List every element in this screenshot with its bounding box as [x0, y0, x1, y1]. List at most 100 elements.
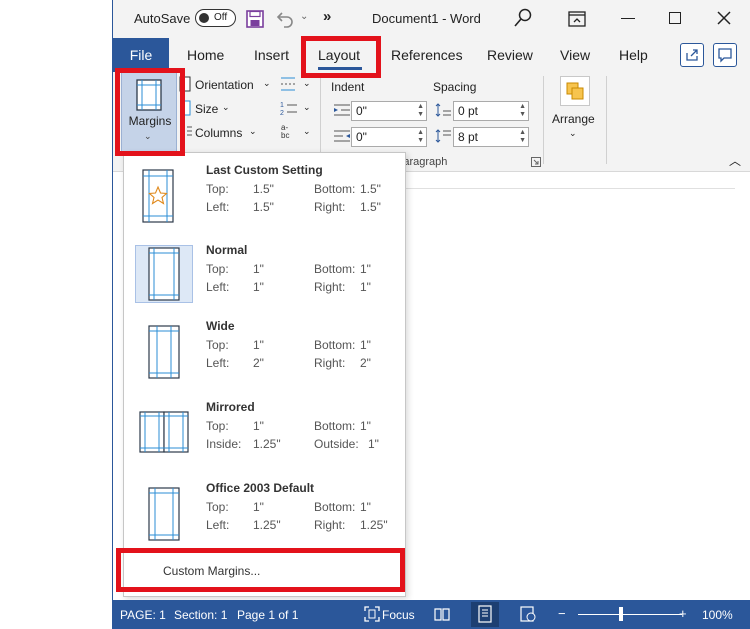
maximize-icon[interactable]	[669, 12, 681, 24]
spacing-after-input[interactable]: 8 pt ▲ ▼	[453, 127, 529, 147]
option-left-label: Left:	[206, 518, 230, 532]
share-icon	[686, 49, 698, 61]
zoom-in-button[interactable]: +	[679, 606, 687, 621]
svg-text:1: 1	[280, 102, 284, 109]
size-button[interactable]: Size	[195, 102, 218, 116]
option-right-label: Right:	[314, 280, 346, 294]
more-commands-button[interactable]: »	[323, 8, 331, 25]
option-top-value: 1.5"	[253, 182, 274, 196]
spacing-after-value: 8 pt	[458, 130, 479, 144]
option-top-label: Top:	[206, 500, 229, 514]
option-bottom-value: 1"	[360, 500, 371, 514]
zoom-slider-track[interactable]	[578, 614, 682, 615]
normal-margin-page-icon	[148, 247, 180, 301]
spacing-before-value: 0 pt	[458, 104, 479, 118]
ribbon-tabs: File Home Insert Layout References Revie…	[113, 38, 750, 72]
tab-file[interactable]: File	[113, 38, 169, 72]
chevron-down-icon: ⌄	[144, 131, 152, 141]
tab-layout[interactable]: Layout	[318, 47, 360, 63]
tab-references[interactable]: References	[391, 47, 463, 63]
margins-dropdown: Last Custom Setting Top: 1.5" Bottom: 1.…	[123, 152, 406, 597]
print-layout-icon	[478, 605, 492, 623]
margin-option-office-2003[interactable]: Office 2003 Default Top: 1" Bottom: 1" L…	[124, 473, 407, 551]
collapse-ribbon-chevron-icon[interactable]: ︿	[729, 152, 741, 169]
orientation-button[interactable]: Orientation	[195, 78, 254, 92]
spacing-before-input[interactable]: 0 pt ▲ ▼	[453, 101, 529, 121]
indent-right-input[interactable]: 0" ▲ ▼	[351, 127, 427, 147]
zoom-level[interactable]: 100%	[702, 608, 733, 622]
tab-review[interactable]: Review	[487, 47, 533, 63]
autosave-label: AutoSave	[134, 11, 191, 26]
page-count[interactable]: Page 1 of 1	[237, 608, 298, 622]
ribbon-display-options-icon[interactable]	[567, 9, 587, 29]
read-mode-icon[interactable]	[433, 605, 451, 623]
option-inside-value: 1.25"	[253, 437, 281, 451]
focus-icon[interactable]	[363, 605, 381, 623]
svg-text:2: 2	[280, 110, 284, 117]
undo-icon[interactable]	[276, 9, 296, 29]
title-bar: AutoSave Off ⌄ » Document1 - Word	[113, 0, 750, 38]
line-numbers-icon[interactable]: 1 2	[279, 99, 299, 117]
save-icon[interactable]	[246, 10, 264, 28]
margin-option-mirrored[interactable]: Mirrored Top: 1" Bottom: 1" Inside: 1.25…	[124, 392, 407, 470]
spinner-arrows-icon[interactable]: ▲ ▼	[519, 103, 526, 119]
comments-button[interactable]	[713, 43, 737, 67]
option-bottom-label: Bottom:	[314, 338, 356, 352]
option-outside-value: 1"	[368, 437, 379, 451]
tab-help[interactable]: Help	[619, 47, 648, 63]
spinner-arrows-icon[interactable]: ▲ ▼	[519, 129, 526, 145]
option-top-value: 1"	[253, 262, 264, 276]
option-inside-label: Inside:	[206, 437, 242, 451]
option-name: Normal	[206, 243, 248, 257]
option-right-value: 1"	[360, 280, 371, 294]
option-bottom-label: Bottom:	[314, 500, 356, 514]
zoom-out-button[interactable]: −	[558, 606, 566, 621]
arrange-button[interactable]: Arrange	[552, 112, 595, 126]
section-indicator[interactable]: Section: 1	[174, 608, 227, 622]
size-icon	[180, 100, 191, 116]
spinner-arrows-icon[interactable]: ▲ ▼	[417, 103, 424, 119]
tab-view[interactable]: View	[560, 47, 590, 63]
margin-option-normal[interactable]: Normal Top: 1" Bottom: 1" Left: 1" Right…	[124, 235, 407, 313]
option-left-value: 1.25"	[253, 518, 281, 532]
svg-text:bc: bc	[281, 131, 289, 140]
margin-option-last-custom[interactable]: Last Custom Setting Top: 1.5" Bottom: 1.…	[124, 155, 407, 233]
close-icon[interactable]	[715, 9, 733, 27]
option-left-label: Left:	[206, 280, 230, 294]
margin-option-wide[interactable]: Wide Top: 1" Bottom: 1" Left: 2" Right: …	[124, 311, 407, 389]
indent-left-icon	[334, 104, 350, 116]
indent-right-icon	[334, 130, 350, 142]
arrange-button-icon[interactable]	[560, 76, 590, 106]
spinner-arrows-icon[interactable]: ▲ ▼	[417, 129, 424, 145]
share-button[interactable]	[680, 43, 704, 67]
breaks-icon[interactable]	[279, 75, 299, 93]
option-left-value: 1.5"	[253, 200, 274, 214]
mirrored-margin-page-icon	[139, 411, 189, 453]
columns-button[interactable]: Columns	[195, 126, 242, 140]
option-bottom-label: Bottom:	[314, 262, 356, 276]
custom-margins-button[interactable]: Custom Margins...	[132, 556, 400, 586]
page-indicator[interactable]: PAGE: 1	[120, 608, 166, 622]
margins-button[interactable]: Margins ⌄	[121, 72, 177, 154]
tab-home[interactable]: Home	[187, 47, 224, 63]
undo-dropdown-chevron-icon[interactable]: ⌄	[300, 11, 308, 22]
web-layout-icon[interactable]	[519, 605, 537, 623]
office-2003-margin-page-icon	[148, 487, 180, 541]
hyphenation-icon[interactable]: a- bc	[279, 122, 299, 140]
dialog-launcher-icon[interactable]	[531, 157, 541, 167]
zoom-slider-thumb[interactable]	[619, 607, 623, 621]
focus-button[interactable]: Focus	[382, 608, 415, 622]
minimize-icon[interactable]	[621, 18, 635, 19]
option-top-label: Top:	[206, 182, 229, 196]
orientation-icon	[179, 76, 191, 92]
tab-insert[interactable]: Insert	[254, 47, 289, 63]
indent-left-input[interactable]: 0" ▲ ▼	[351, 101, 427, 121]
indent-right-value: 0"	[356, 130, 367, 144]
print-layout-view[interactable]	[471, 602, 499, 627]
autosave-toggle[interactable]: Off	[195, 9, 236, 27]
search-icon[interactable]	[513, 8, 533, 28]
option-name: Office 2003 Default	[206, 481, 315, 495]
option-left-label: Left:	[206, 200, 230, 214]
option-right-label: Right:	[314, 200, 346, 214]
option-top-label: Top:	[206, 262, 229, 276]
